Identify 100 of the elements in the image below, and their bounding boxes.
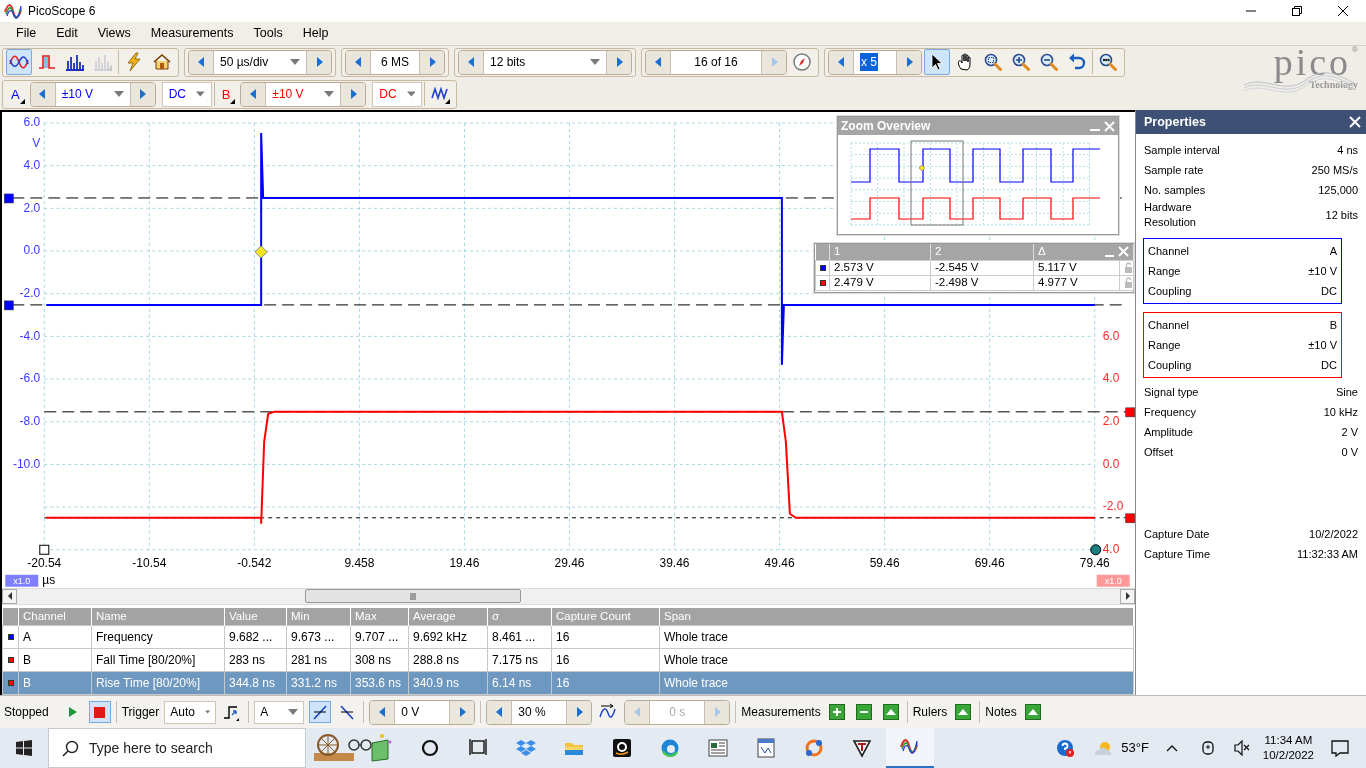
table-cell: 9.707 ... [350,625,409,649]
close-icon [1118,246,1129,258]
pre-trigger-field[interactable]: 30 % [511,700,568,724]
table-cell: 8.461 ... [487,625,552,649]
axis-tick-label: -20.54 [27,555,62,570]
property-value: ±10 V [1308,263,1337,279]
lightning-icon [124,52,144,72]
ring-icon [804,738,824,758]
axis-tick-label: 0.0 [1102,456,1120,471]
menu-item[interactable]: Tools [243,24,293,43]
spin-box[interactable]: 12 bits [458,49,632,75]
property-value: 11:32:33 AM [1297,546,1358,562]
caret-icon [290,59,300,65]
property-value: 4 ns [1337,142,1358,158]
offset-marker[interactable] [1125,407,1135,418]
channel-button[interactable]: B [216,81,239,107]
sine-wave-icon [9,52,29,72]
property-value: 0 V [1341,444,1358,460]
property-value: 2 V [1341,424,1358,440]
scroll-left-button[interactable] [2,588,17,604]
scroll-right-button[interactable] [1120,588,1135,604]
axis-tick-label: 19.46 [449,555,480,570]
table-cell: Frequency [91,625,225,649]
axis-tick-label: 4.0 [23,157,41,172]
restore-icon [1292,6,1302,16]
tool-button[interactable] [924,49,950,75]
offset-marker[interactable] [1125,513,1135,524]
samples-field[interactable]: 6 MS [370,50,420,74]
lock-icon [1124,276,1133,289]
trigger-mode-dropdown[interactable]: Auto [164,700,217,724]
axis-tick-label: 2.0 [1102,413,1120,428]
bar-spectrum-icon [65,52,85,72]
zoom-factor-field[interactable]: x 5 [853,50,897,74]
property-label: Range [1148,263,1181,279]
menu-item[interactable]: Views [87,24,141,43]
windows-icon [16,740,32,756]
falling-edge-icon [338,703,357,721]
menu-item[interactable]: Help [292,24,339,43]
buffer-field[interactable]: 16 of 16 [670,50,762,74]
spin-box[interactable]: 30 % [486,699,593,725]
resolution-dropdown[interactable]: 12 bits [483,50,607,74]
menu-item[interactable]: Edit [46,24,88,43]
menu-item[interactable]: Measurements [140,24,244,43]
property-value: ±10 V [1308,337,1337,353]
axis-tick-label: 69.46 [974,555,1005,570]
spin-box[interactable]: 6 MS [345,49,445,75]
minimize-icon [1090,129,1100,131]
close-button[interactable] [1349,116,1361,128]
ruler-handle[interactable] [1090,544,1102,556]
scrollbar-thumb[interactable] [305,589,521,604]
property-label: Sample rate [1144,162,1204,178]
box-icon [516,738,536,758]
square-wave-icon [37,52,57,72]
axis-tick-label: -0.542 [237,555,272,570]
axis-tick-label: 6.0 [23,115,41,130]
edge-button[interactable] [309,701,332,723]
axis-tick-label: 9.458 [344,555,375,570]
property-value: 10/2/2022 [1309,526,1358,542]
caret-icon [196,91,205,97]
channel-button[interactable]: A [6,81,28,107]
range-dropdown[interactable]: ±10 V [265,82,342,106]
mode-button[interactable] [6,49,32,75]
table-cell: A [18,625,92,649]
table-cell: 9.692 kHz [408,625,488,649]
plus-icon [828,704,845,720]
axis-tick-label: 6.0 [1102,328,1120,343]
play-icon [67,706,79,718]
timebase-dropdown[interactable]: 50 µs/div [213,50,307,74]
menu-item[interactable]: File [6,24,47,43]
zoom-reset-icon [1098,52,1118,72]
coupling-dropdown[interactable]: DC [161,81,212,107]
caret-icon [406,91,416,97]
ruler-handle[interactable] [39,544,50,555]
coupling-dropdown[interactable]: DC [372,81,423,107]
right-arrow-icon [1123,591,1132,602]
axis-tick-label: 29.46 [554,555,585,570]
trigger-channel-dropdown[interactable]: A [254,700,305,724]
logo-tagline: Technology [1309,79,1358,91]
document-icon [708,738,728,758]
property-value: 12 bits [1325,207,1358,223]
document-icon [756,738,776,758]
spin-box[interactable]: ±10 V [29,81,156,107]
range-dropdown[interactable]: ±10 V [54,82,131,106]
offset-marker[interactable] [4,193,14,204]
spin-box[interactable]: 50 µs/div [188,49,332,75]
axis-tick-label: -2.0 [19,285,41,300]
spin-box[interactable]: 0 V [369,699,476,725]
stop-button[interactable] [88,701,111,723]
table-cell: 16 [551,648,660,672]
property-value: B [1329,317,1337,333]
threshold-field[interactable]: 0 V [394,700,451,724]
lock-icon [1124,261,1133,274]
trigger-marker[interactable] [254,245,268,259]
table-cell: 308 ns [350,648,409,672]
spin-box[interactable]: 16 of 16 [645,49,787,75]
axis-tick-label: 2.0 [23,200,41,215]
search-field[interactable]: Type here to search [48,728,306,768]
spin-box[interactable]: x 5 [828,49,922,75]
spin-box[interactable]: ±10 V [240,81,367,107]
offset-marker[interactable] [4,300,14,311]
